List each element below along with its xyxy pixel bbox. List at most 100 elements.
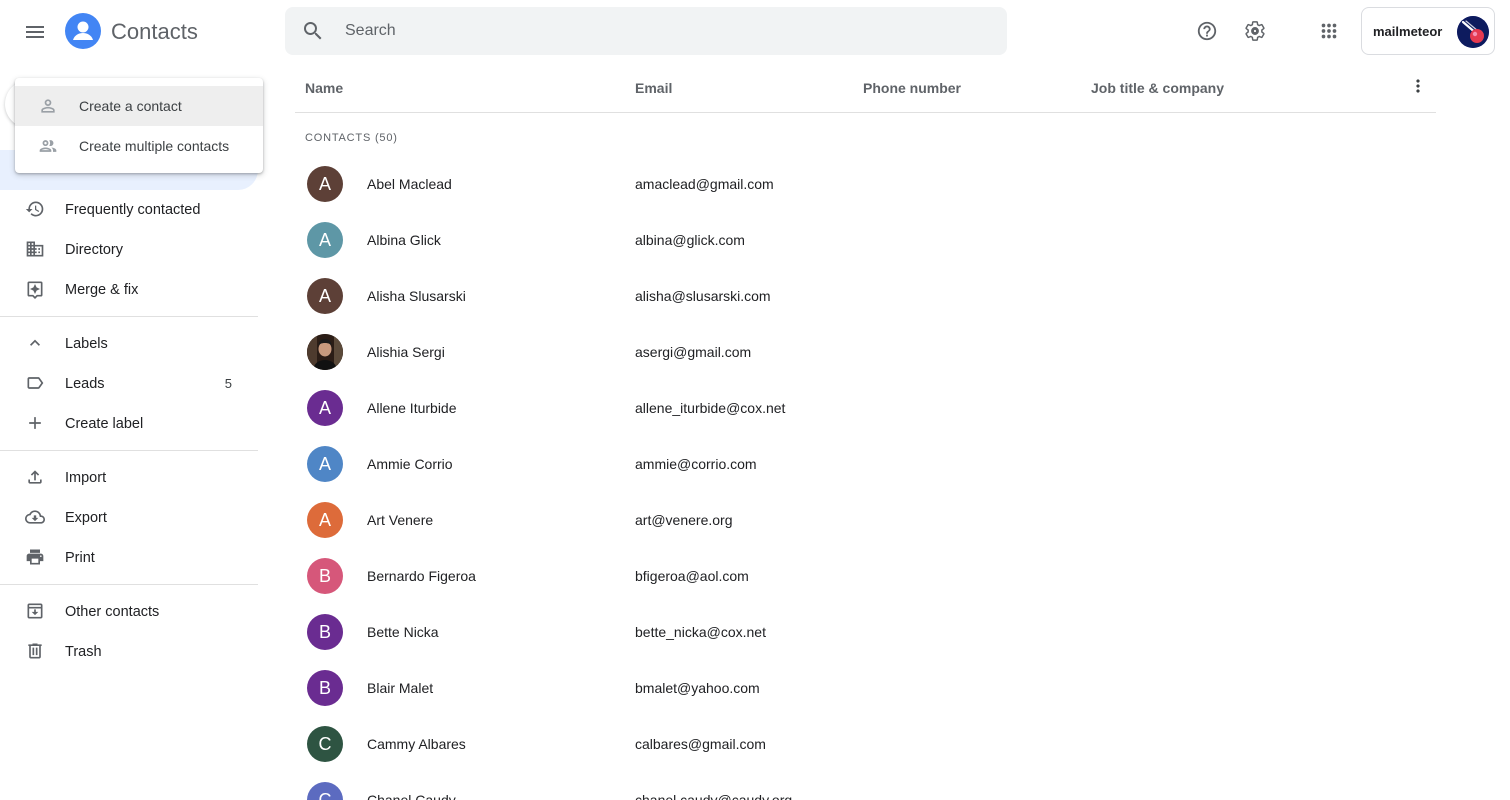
account-switcher[interactable]: mailmeteor [1361, 7, 1495, 55]
contacts-list: Name Email Phone number Job title & comp… [295, 64, 1436, 800]
archive-icon [24, 600, 46, 622]
label-count: 5 [224, 376, 232, 391]
contact-name: Abel Maclead [367, 176, 452, 192]
sidebar-item-leads[interactable]: Leads 5 [0, 364, 258, 404]
sidebar-item-label: Export [65, 510, 107, 526]
mailmeteor-logo-icon [1457, 16, 1489, 48]
merge-fix-icon [24, 278, 46, 300]
contact-email: bette_nicka@cox.net [635, 624, 766, 640]
avatar[interactable]: B [307, 558, 343, 594]
contact-email: bmalet@yahoo.com [635, 680, 760, 696]
avatar[interactable]: A [307, 278, 343, 314]
contact-name: Allene Iturbide [367, 400, 457, 416]
sidebar-item-directory[interactable]: Directory [0, 230, 258, 270]
sidebar-item-other-contacts[interactable]: Other contacts [0, 592, 258, 632]
sidebar-item-label: Create label [65, 416, 144, 432]
avatar[interactable]: A [307, 222, 343, 258]
upload-icon [24, 466, 46, 488]
contact-row[interactable]: C Chanel Caudy chanel.caudy@caudy.org [295, 772, 1436, 800]
contact-name: Albina Glick [367, 232, 441, 248]
avatar[interactable]: C [307, 726, 343, 762]
contact-name: Alishia Sergi [367, 344, 445, 360]
sidebar-item-label: Frequently contacted [65, 202, 201, 218]
contact-row[interactable]: A Alisha Slusarski alisha@slusarski.com [295, 268, 1436, 324]
contact-row[interactable]: A Abel Maclead amaclead@gmail.com [295, 156, 1436, 212]
create-multiple-contacts-menu-item[interactable]: Create multiple contacts [15, 126, 263, 166]
labels-header: Labels [65, 336, 108, 352]
history-icon [24, 198, 46, 220]
contact-row[interactable]: B Blair Malet bmalet@yahoo.com [295, 660, 1436, 716]
column-header-job[interactable]: Job title & company [1091, 80, 1224, 96]
column-header-email[interactable]: Email [635, 80, 672, 96]
sidebar-divider [0, 316, 258, 317]
chevron-up-icon [24, 332, 46, 354]
sidebar-item-label: Merge & fix [65, 282, 139, 298]
contact-row[interactable]: A Albina Glick albina@glick.com [295, 212, 1436, 268]
contacts-count-heading: CONTACTS (50) [305, 132, 398, 144]
settings-button[interactable] [1235, 11, 1275, 51]
avatar[interactable]: A [307, 446, 343, 482]
sidebar-divider [0, 584, 258, 585]
contact-name: Ammie Corrio [367, 456, 453, 472]
contact-row[interactable]: B Bernardo Figeroa bfigeroa@aol.com [295, 548, 1436, 604]
sidebar-item-label: Leads [65, 376, 105, 392]
contact-email: albina@glick.com [635, 232, 745, 248]
avatar[interactable]: A [307, 502, 343, 538]
avatar[interactable]: B [307, 670, 343, 706]
contact-row[interactable]: A Art Venere art@venere.org [295, 492, 1436, 548]
contact-email: art@venere.org [635, 512, 733, 528]
column-header-name[interactable]: Name [305, 80, 343, 96]
people-icon [39, 140, 57, 152]
contact-name: Blair Malet [367, 680, 434, 696]
menu-item-label: Create a contact [79, 98, 182, 114]
top-bar: Contacts mailmeteor [0, 0, 1510, 64]
contact-email: bfigeroa@aol.com [635, 568, 749, 584]
contact-row[interactable]: A Ammie Corrio ammie@corrio.com [295, 436, 1436, 492]
apps-button[interactable] [1309, 11, 1349, 51]
avatar[interactable]: C [307, 782, 343, 800]
plus-icon [24, 412, 46, 434]
trash-icon [24, 640, 46, 662]
app-title: Contacts [111, 19, 198, 44]
main-menu-button[interactable] [15, 12, 55, 52]
contact-email: calbares@gmail.com [635, 736, 766, 752]
sidebar-item-print[interactable]: Print [0, 538, 258, 578]
contacts-logo-icon [65, 13, 101, 49]
sidebar-item-label: Import [65, 470, 107, 486]
help-button[interactable] [1187, 11, 1227, 51]
search-input[interactable] [345, 7, 985, 55]
contact-name: Chanel Caudy [367, 792, 456, 800]
contact-row[interactable]: A Allene Iturbide allene_iturbide@cox.ne… [295, 380, 1436, 436]
avatar[interactable]: A [307, 390, 343, 426]
search-bar[interactable] [285, 7, 1007, 55]
contact-row[interactable]: Alishia Sergi asergi@gmail.com [295, 324, 1436, 380]
sidebar-item-label: Other contacts [65, 604, 160, 620]
column-header-phone[interactable]: Phone number [863, 80, 961, 96]
create-menu: Create a contact Create multiple contact… [15, 78, 263, 173]
avatar-photo[interactable] [307, 334, 343, 370]
contact-email: alisha@slusarski.com [635, 288, 771, 304]
help-icon [1197, 21, 1217, 41]
labels-section-toggle[interactable]: Labels [0, 324, 258, 364]
contact-row[interactable]: B Bette Nicka bette_nicka@cox.net [295, 604, 1436, 660]
gear-icon [1245, 21, 1265, 41]
hamburger-menu-icon [26, 26, 44, 38]
sidebar-item-label: Trash [65, 644, 102, 660]
building-icon [24, 238, 46, 260]
sidebar-item-frequently-contacted[interactable]: Frequently contacted [0, 190, 258, 230]
create-contact-menu-item[interactable]: Create a contact [15, 86, 263, 126]
contact-row[interactable]: C Cammy Albares calbares@gmail.com [295, 716, 1436, 772]
avatar[interactable]: A [307, 166, 343, 202]
printer-icon [24, 546, 46, 568]
sidebar-item-import[interactable]: Import [0, 458, 258, 498]
sidebar-item-label: Directory [65, 242, 124, 258]
contact-email: chanel.caudy@caudy.org [635, 792, 793, 800]
sidebar-item-merge-fix[interactable]: Merge & fix [0, 270, 258, 310]
create-label-button[interactable]: Create label [0, 404, 258, 444]
sidebar-item-trash[interactable]: Trash [0, 632, 258, 672]
sidebar-item-export[interactable]: Export [0, 498, 258, 538]
contact-name: Bette Nicka [367, 624, 439, 640]
search-icon[interactable] [301, 19, 325, 43]
avatar[interactable]: B [307, 614, 343, 650]
column-options-button[interactable] [1398, 66, 1438, 106]
